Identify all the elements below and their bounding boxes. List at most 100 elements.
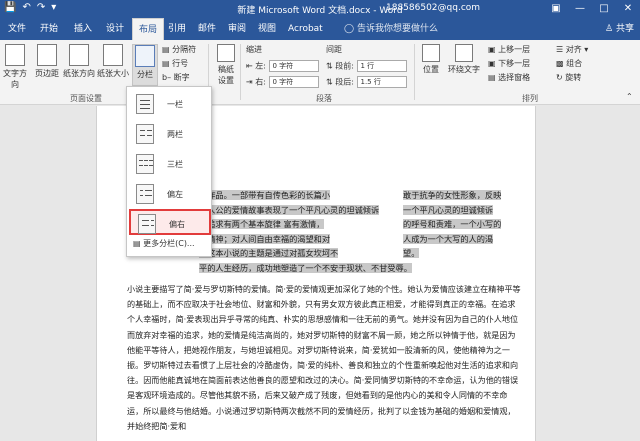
selection-pane-button[interactable]: ▤ 选择窗格 <box>488 72 530 83</box>
group-label: 组合 <box>566 59 583 68</box>
arrange-group-label: 排列 <box>522 94 538 103</box>
manuscript-settings-button[interactable]: 稿纸 设置 <box>214 44 238 86</box>
columns-option-left[interactable]: 偏左 <box>129 181 211 207</box>
hyphenation-label: 断字 <box>173 73 190 82</box>
spacing-before-icon: ⇅ <box>326 61 333 71</box>
tab-insert[interactable]: 插入 <box>68 18 98 40</box>
tab-design[interactable]: 设计 <box>100 18 130 40</box>
send-backward-label: 下移一层 <box>498 59 531 68</box>
share-button[interactable]: ♙ 共享 <box>605 18 634 40</box>
tell-me-search[interactable]: ◯ 告诉我你想要做什么 <box>344 18 438 40</box>
wrap-text-button[interactable]: 环绕文字 <box>446 44 482 86</box>
columns-label: 分栏 <box>137 70 153 79</box>
ribbon-display-icon[interactable]: ▣ <box>544 0 568 18</box>
tab-acrobat[interactable]: Acrobat <box>282 18 329 40</box>
document-area: 的作品。一部带有自传色彩的长篇小 主人公的爱情故事表现了一个平凡心灵的坦诚倾诉 … <box>0 106 640 441</box>
indent-heading: 缩进 <box>246 45 262 54</box>
col2-line: 望。 <box>403 248 420 258</box>
tab-review[interactable]: 审阅 <box>222 18 252 40</box>
columns-option-two[interactable]: 两栏 <box>129 121 211 147</box>
quick-access-toolbar: 💾 ↶ ↷ ▾ <box>4 2 56 13</box>
bring-forward-button[interactable]: ▣ 上移一层 <box>488 44 530 55</box>
breaks-button[interactable]: ▤ 分隔符 <box>162 44 196 55</box>
margins-icon <box>37 44 57 66</box>
rotate-button[interactable]: ↻ 旋转 <box>556 72 581 83</box>
bring-forward-icon: ▣ <box>488 45 496 54</box>
send-backward-icon: ▣ <box>488 59 496 68</box>
indent-left-label: 左: <box>255 61 266 71</box>
save-icon[interactable]: 💾 <box>4 2 16 13</box>
one-column-icon <box>136 94 154 114</box>
columns-option-one[interactable]: 一栏 <box>129 91 211 117</box>
more-columns-button[interactable]: ▤ 更多分栏(C)... <box>133 238 195 249</box>
tell-me-text: 告诉我你想要做什么 <box>356 24 438 34</box>
manuscript-label-line1: 稿纸 <box>218 65 234 74</box>
text-direction-button[interactable]: 文字方向 <box>0 44 30 89</box>
tab-view[interactable]: 视图 <box>252 18 282 40</box>
group-objects-button[interactable]: ▩ 组合 <box>556 58 582 69</box>
indent-left-icon: ⇤ <box>246 61 253 71</box>
tab-file[interactable]: 文件 <box>2 18 32 40</box>
tab-mailings[interactable]: 邮件 <box>192 18 222 40</box>
position-label: 位置 <box>423 65 439 74</box>
paper-size-icon <box>103 44 123 66</box>
wrap-text-icon <box>455 44 473 62</box>
two-columns-icon <box>136 124 154 144</box>
collapse-ribbon-icon[interactable]: ⌃ <box>626 92 633 101</box>
three-columns-icon <box>136 154 154 174</box>
tab-layout[interactable]: 布局 <box>132 18 165 40</box>
size-label: 纸张大小 <box>97 69 129 78</box>
col1-line: 主追求有两个基本旋律 富有激情， <box>199 219 325 229</box>
close-icon[interactable]: ✕ <box>616 0 640 18</box>
body-paragraph[interactable]: 小说主要描写了简·爱与罗切斯特的爱情。简·爱的爱情观更加深化了她的个性。她认为爱… <box>127 282 521 434</box>
indent-left-row: ⇤ 左: 0 字符 <box>246 60 319 72</box>
hyphenation-icon: b– <box>162 73 172 82</box>
selection-pane-icon: ▤ <box>488 73 496 82</box>
columns-icon <box>135 45 155 67</box>
indent-right-input[interactable]: 0 字符 <box>268 76 319 88</box>
ribbon-tabs: 文件 开始 插入 设计 布局 引用 邮件 审阅 视图 Acrobat ◯ 告诉我… <box>0 18 640 40</box>
spacing-after-label: 段后: <box>335 77 354 87</box>
undo-icon[interactable]: ↶ <box>22 2 30 13</box>
minimize-icon[interactable]: — <box>568 0 592 18</box>
title-bar: 💾 ↶ ↷ ▾ 新建 Microsoft Word 文档.docx - Word… <box>0 0 640 18</box>
maximize-icon[interactable]: □ <box>592 0 616 18</box>
bring-forward-label: 上移一层 <box>498 45 531 54</box>
align-button[interactable]: ☰ 对齐 ▾ <box>556 44 588 55</box>
orientation-button[interactable]: 纸张方向 <box>63 44 95 86</box>
position-button[interactable]: 位置 <box>418 44 444 86</box>
margins-button[interactable]: 页边距 <box>32 44 62 86</box>
selection-pane-label: 选择窗格 <box>498 73 531 82</box>
col1-line: 。这本小说的主题是通过对孤女坎坷不 <box>199 248 339 258</box>
person-icon: ♙ <box>605 24 614 34</box>
spacing-after-input[interactable]: 1.5 行 <box>356 76 407 88</box>
tab-references[interactable]: 引用 <box>162 18 192 40</box>
hyphenation-button[interactable]: b– 断字 <box>162 72 190 83</box>
spacing-before-input[interactable]: 1 行 <box>356 60 407 72</box>
columns-option-right[interactable]: 偏右 <box>129 209 211 235</box>
margins-label: 页边距 <box>35 69 59 78</box>
size-button[interactable]: 纸张大小 <box>96 44 130 86</box>
line-numbers-button[interactable]: ▤ 行号 <box>162 58 188 69</box>
column-two-text[interactable]: 敢于抗争的女性形象，反映 一个平凡心灵的坦诚倾诉 的呼号和责难，一个小写的 人成… <box>403 188 519 261</box>
group-separator <box>240 44 241 100</box>
redo-icon[interactable]: ↷ <box>37 2 45 13</box>
send-backward-button[interactable]: ▣ 下移一层 <box>488 58 530 69</box>
tab-home[interactable]: 开始 <box>34 18 64 40</box>
breaks-icon: ▤ <box>162 45 170 54</box>
columns-button[interactable]: 分栏 <box>132 44 158 86</box>
orientation-icon <box>69 44 89 66</box>
wrap-text-label: 环绕文字 <box>448 65 480 74</box>
text-direction-icon <box>5 44 25 66</box>
orientation-label: 纸张方向 <box>63 69 95 78</box>
position-icon <box>422 44 440 62</box>
breaks-label: 分隔符 <box>172 45 197 54</box>
columns-option-label: 三栏 <box>167 160 183 169</box>
columns-option-label: 偏右 <box>169 220 185 229</box>
indent-left-input[interactable]: 0 字符 <box>268 60 319 72</box>
columns-option-three[interactable]: 三栏 <box>129 151 211 177</box>
customize-qat-icon[interactable]: ▾ <box>51 2 56 13</box>
account-name[interactable]: 188586502@qq.com <box>386 3 480 13</box>
column-one-text[interactable]: 的作品。一部带有自传色彩的长篇小 主人公的爱情故事表现了一个平凡心灵的坦诚倾诉 … <box>199 188 415 275</box>
spacing-before-row: ⇅ 段前: 1 行 <box>326 60 407 72</box>
